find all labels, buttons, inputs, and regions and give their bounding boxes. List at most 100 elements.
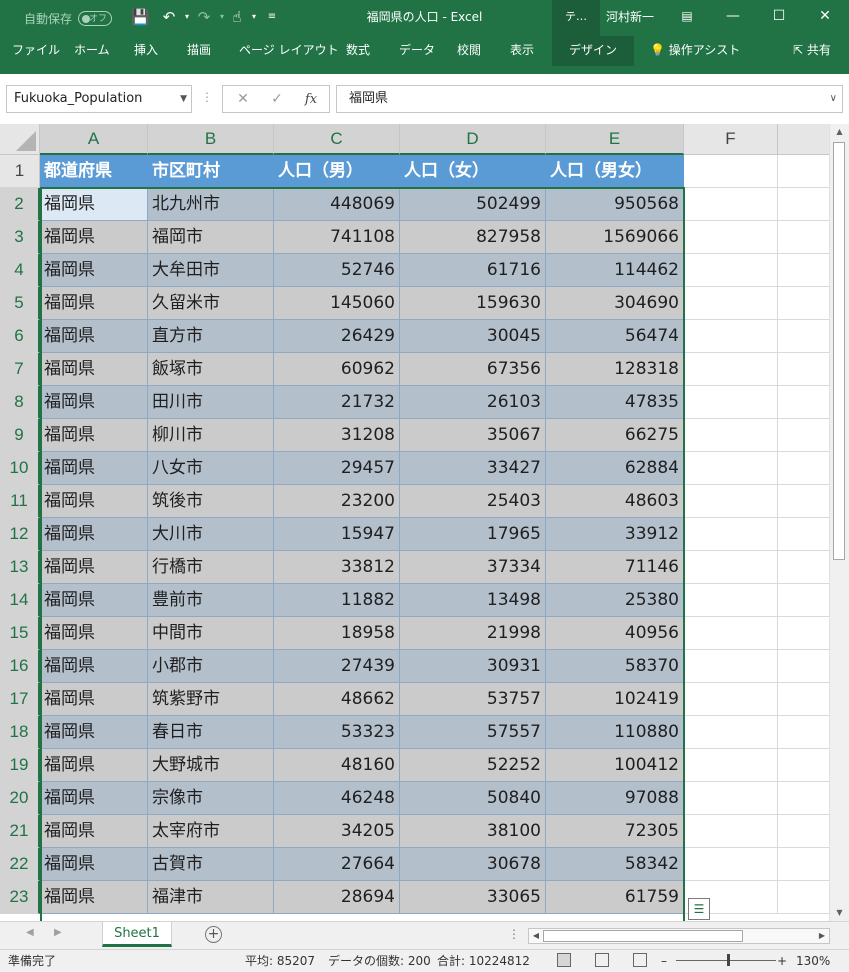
row-header[interactable]: 21 [0, 815, 40, 848]
table-cell[interactable]: 46248 [274, 782, 400, 815]
table-cell[interactable]: 448069 [274, 188, 400, 221]
table-cell[interactable]: 29457 [274, 452, 400, 485]
cancel-icon[interactable]: ✕ [227, 86, 259, 112]
table-cell[interactable]: 八女市 [148, 452, 274, 485]
table-cell[interactable]: 57557 [400, 716, 546, 749]
table-cell[interactable]: 21732 [274, 386, 400, 419]
table-cell[interactable]: 北九州市 [148, 188, 274, 221]
row-header[interactable]: 9 [0, 419, 40, 452]
table-cell[interactable]: 114462 [546, 254, 684, 287]
empty-cell[interactable] [684, 452, 778, 485]
empty-cell[interactable] [684, 617, 778, 650]
worksheet-grid[interactable]: A B C D E F G 1都道府県市区町村人口（男）人口（女）人口（男女）2… [0, 124, 849, 921]
row-header[interactable]: 23 [0, 881, 40, 914]
status-count[interactable]: データの個数: 200 [328, 950, 431, 972]
table-cell[interactable]: 502499 [400, 188, 546, 221]
normal-view-icon[interactable] [557, 953, 571, 967]
table-cell[interactable]: 久留米市 [148, 287, 274, 320]
table-cell[interactable]: 福岡県 [40, 815, 148, 848]
table-cell[interactable]: 福岡県 [40, 881, 148, 914]
tab-split-grip-icon[interactable]: ⋮ [508, 927, 520, 941]
table-cell[interactable]: 福岡市 [148, 221, 274, 254]
minimize-icon[interactable]: — [710, 0, 756, 32]
table-cell[interactable]: 春日市 [148, 716, 274, 749]
table-cell[interactable]: 53757 [400, 683, 546, 716]
vertical-scroll-thumb[interactable] [833, 142, 845, 560]
insert-function-icon[interactable]: fx [295, 86, 327, 112]
empty-cell[interactable] [684, 683, 778, 716]
row-header[interactable]: 2 [0, 188, 40, 221]
redo-icon[interactable]: ↷ [195, 8, 213, 26]
undo-dropdown-icon[interactable]: ▾ [178, 8, 196, 26]
table-cell[interactable]: 福岡県 [40, 848, 148, 881]
tab-design[interactable]: デザイン [552, 36, 634, 66]
tab-insert[interactable]: 挿入 [134, 36, 158, 66]
table-cell[interactable]: 福岡県 [40, 254, 148, 287]
formula-input[interactable]: 福岡県 ∨ [336, 85, 843, 113]
sheet-tab-sheet1[interactable]: Sheet1 [102, 922, 172, 947]
column-header-e[interactable]: E [546, 124, 684, 155]
table-cell[interactable]: 行橋市 [148, 551, 274, 584]
table-cell[interactable]: 13498 [400, 584, 546, 617]
table-cell[interactable]: 25380 [546, 584, 684, 617]
row-header[interactable]: 22 [0, 848, 40, 881]
empty-cell[interactable] [684, 518, 778, 551]
table-cell[interactable]: 30045 [400, 320, 546, 353]
row-header[interactable]: 12 [0, 518, 40, 551]
close-icon[interactable]: ✕ [802, 0, 848, 32]
table-cell[interactable]: 40956 [546, 617, 684, 650]
empty-cell[interactable] [684, 221, 778, 254]
table-cell[interactable]: 直方市 [148, 320, 274, 353]
table-cell[interactable]: 福岡県 [40, 353, 148, 386]
horizontal-scroll-thumb[interactable] [543, 930, 743, 942]
prev-sheet-icon[interactable]: ◀ [26, 927, 34, 938]
table-cell[interactable]: 福岡県 [40, 617, 148, 650]
quick-analysis-icon[interactable]: ☰ [688, 898, 710, 920]
table-cell[interactable]: 福岡県 [40, 419, 148, 452]
zoom-out-icon[interactable]: – [661, 950, 667, 972]
table-cell[interactable]: 28694 [274, 881, 400, 914]
tab-data[interactable]: データ [399, 36, 435, 66]
table-cell[interactable]: 福岡県 [40, 320, 148, 353]
table-cell[interactable]: 15947 [274, 518, 400, 551]
table-cell[interactable]: 47835 [546, 386, 684, 419]
table-header-cell[interactable]: 都道府県 [40, 155, 148, 188]
table-cell[interactable]: 福岡県 [40, 452, 148, 485]
table-cell[interactable]: 61716 [400, 254, 546, 287]
table-cell[interactable]: 小郡市 [148, 650, 274, 683]
save-icon[interactable]: 💾 [131, 8, 150, 26]
zoom-slider-handle[interactable] [727, 954, 730, 966]
table-cell[interactable]: 福岡県 [40, 716, 148, 749]
ribbon-display-icon[interactable]: ▤ [664, 0, 710, 32]
table-cell[interactable]: 56474 [546, 320, 684, 353]
table-cell[interactable]: 福岡県 [40, 782, 148, 815]
table-cell[interactable]: 67356 [400, 353, 546, 386]
row-header[interactable]: 18 [0, 716, 40, 749]
next-sheet-icon[interactable]: ▶ [54, 927, 62, 938]
table-header-cell[interactable]: 人口（女） [400, 155, 546, 188]
row-header[interactable]: 20 [0, 782, 40, 815]
empty-cell[interactable] [684, 716, 778, 749]
table-cell[interactable]: 48160 [274, 749, 400, 782]
table-cell[interactable]: 26429 [274, 320, 400, 353]
tab-home[interactable]: ホーム [74, 36, 110, 66]
scroll-right-icon[interactable]: ▶ [815, 929, 829, 943]
table-cell[interactable]: 古賀市 [148, 848, 274, 881]
table-cell[interactable]: 102419 [546, 683, 684, 716]
table-cell[interactable]: 福津市 [148, 881, 274, 914]
empty-cell[interactable] [684, 419, 778, 452]
table-cell[interactable]: 1569066 [546, 221, 684, 254]
table-cell[interactable]: 27439 [274, 650, 400, 683]
empty-cell[interactable] [684, 815, 778, 848]
table-cell[interactable]: 48662 [274, 683, 400, 716]
share-button[interactable]: ⇱ 共有 [793, 36, 831, 66]
table-cell[interactable]: 50840 [400, 782, 546, 815]
table-cell[interactable]: 太宰府市 [148, 815, 274, 848]
zoom-in-icon[interactable]: + [777, 950, 787, 972]
row-header[interactable]: 3 [0, 221, 40, 254]
table-cell[interactable]: 31208 [274, 419, 400, 452]
tab-file[interactable]: ファイル [12, 36, 60, 66]
empty-cell[interactable] [684, 188, 778, 221]
row-header[interactable]: 7 [0, 353, 40, 386]
row-header[interactable]: 8 [0, 386, 40, 419]
